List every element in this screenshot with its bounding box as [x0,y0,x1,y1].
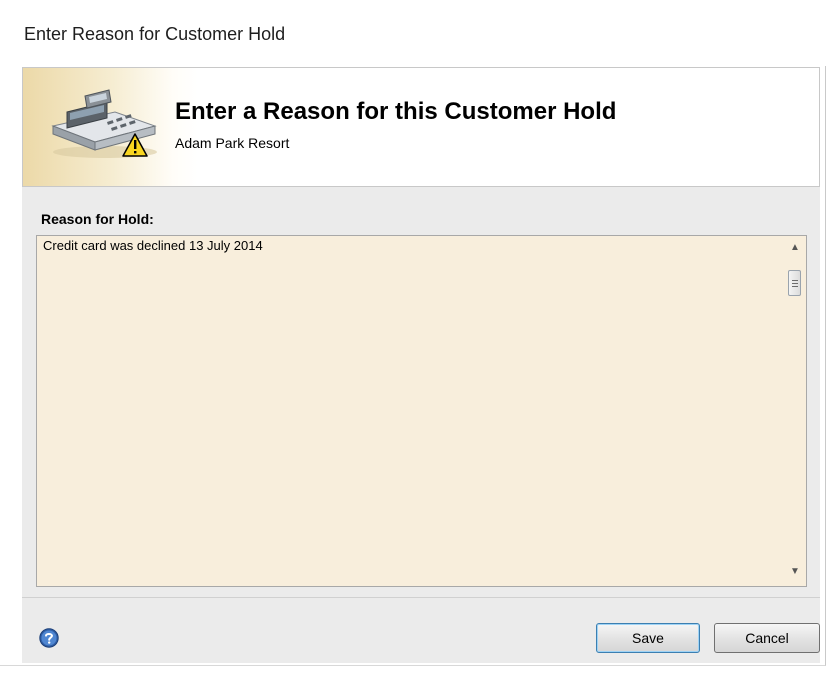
dialog-body: Reason for Hold: Credit card was decline… [22,187,820,597]
grip-line [792,286,798,287]
cancel-button[interactable]: Cancel [714,623,820,653]
window-title: Enter Reason for Customer Hold [24,24,286,44]
reason-label: Reason for Hold: [41,211,154,227]
save-button[interactable]: Save [596,623,700,653]
scroll-thumb[interactable] [788,270,801,296]
title-bar[interactable]: Enter Reason for Customer Hold [0,0,826,66]
customer-name: Adam Park Resort [175,135,290,151]
grip-line [792,283,798,284]
dialog-footer: Save Cancel [22,597,820,663]
reason-textarea[interactable]: Credit card was declined 13 July 2014 ▲ … [36,235,807,587]
grip-line [792,280,798,281]
header-title: Enter a Reason for this Customer Hold [175,98,617,125]
scroll-down-arrow-icon[interactable]: ▼ [784,562,806,582]
reason-text[interactable]: Credit card was declined 13 July 2014 [43,238,763,253]
dialog-window: Enter Reason for Customer Hold Enter a R… [0,0,826,666]
cash-register-warning-icon [51,89,157,158]
scroll-up-arrow-icon[interactable]: ▲ [784,238,806,258]
vertical-scrollbar[interactable]: ▲ ▼ [784,236,806,586]
help-icon[interactable] [39,628,59,648]
header-panel: Enter a Reason for this Customer Hold Ad… [22,67,820,187]
